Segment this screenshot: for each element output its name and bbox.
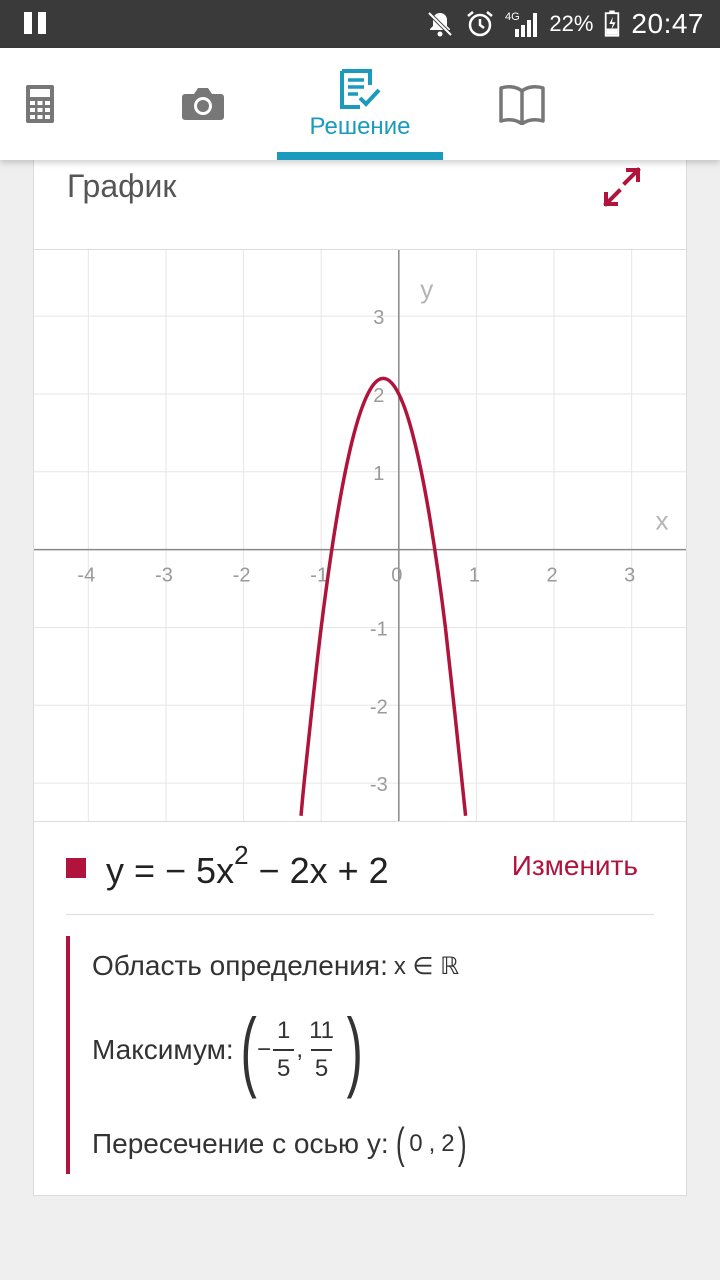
function-graph[interactable]: -4 -3 -2 -1 0 1 2 3 3 2 1 -1 -2 -3 x y	[34, 250, 686, 822]
domain-label: Область определения:	[92, 950, 388, 981]
right-paren: )	[346, 1000, 363, 1099]
tab-camera[interactable]	[160, 48, 246, 160]
tab-solution[interactable]: Решение	[277, 48, 443, 160]
max-y-fraction: 11 5	[305, 1017, 338, 1083]
max-x-denominator: 5	[273, 1049, 295, 1083]
mute-notification-icon	[427, 11, 453, 37]
pause-icon	[24, 12, 50, 36]
y-intercept-right-paren: )	[457, 1119, 467, 1168]
x-axis-label: x	[656, 506, 669, 536]
max-x-numerator: 1	[277, 1017, 291, 1044]
left-paren: (	[240, 1000, 257, 1099]
edit-button[interactable]: Изменить	[512, 850, 638, 882]
domain-value: x ∈ ℝ	[393, 952, 460, 980]
graph-plot[interactable]: -4 -3 -2 -1 0 1 2 3321-1-2-3xy	[34, 250, 686, 822]
max-x-sign: −	[257, 1036, 272, 1063]
y-tick-label: -1	[370, 618, 388, 640]
network-type-label: 4G	[505, 11, 520, 23]
legend-swatch	[66, 858, 86, 878]
equation-prefix: y = − 5x	[106, 850, 235, 891]
camera-icon	[182, 88, 224, 120]
calculator-icon	[26, 85, 54, 123]
y-tick-label: 1	[373, 463, 384, 485]
x-tick-label: 1	[469, 565, 480, 587]
equation-power: 2	[234, 840, 249, 870]
y-tick-label: -3	[370, 774, 388, 796]
expand-icon[interactable]	[598, 164, 646, 210]
y-intercept-label: Пересечение с осью y:	[92, 1128, 389, 1159]
book-icon	[499, 85, 545, 125]
clock: 20:47	[631, 8, 704, 39]
function-curve	[299, 376, 468, 816]
domain-row: Область определения: x ∈ ℝ	[92, 950, 459, 982]
card-title: График	[67, 168, 177, 204]
x-tick-label: -4	[77, 565, 95, 587]
active-tab-indicator	[277, 152, 443, 160]
max-x-fraction: 1 5	[273, 1017, 295, 1083]
y-tick-label: 2	[373, 385, 384, 407]
x-tick-label: -3	[155, 565, 173, 587]
max-y-denominator: 5	[310, 1049, 333, 1083]
maximum-row: Максимум: ( − 1 5 , 11 5 )	[92, 1000, 363, 1099]
tab-book[interactable]	[480, 48, 564, 160]
x-tick-label: 3	[624, 565, 635, 587]
legend-divider	[66, 914, 654, 915]
function-equation: y = − 5x2 − 2x + 2	[106, 840, 389, 892]
y-intercept-x: 0	[409, 1130, 423, 1157]
max-y-numerator: 11	[309, 1017, 334, 1044]
solution-icon	[340, 69, 381, 109]
legend-row: y = − 5x2 − 2x + 2 Изменить	[34, 822, 686, 916]
x-tick-label: -2	[233, 565, 251, 587]
y-intercept-y: 2	[441, 1130, 455, 1157]
battery-charging-icon	[605, 10, 620, 37]
signal-icon: 4G	[505, 11, 538, 37]
graph-card: График -4 -3 -2 -1 0 1 2 3 3 2 1 -1 -2 -3 x y y = − 5x2…	[33, 160, 687, 1196]
status-bar: 4G 22% 20:47	[0, 0, 720, 48]
y-axis-label: y	[420, 274, 433, 304]
y-tick-label: -2	[370, 696, 388, 718]
function-properties: Область определения: x ∈ ℝ Максимум: ( −…	[66, 936, 656, 1174]
alarm-icon	[467, 11, 494, 37]
maximum-label: Максимум:	[92, 1034, 234, 1065]
equation-suffix: − 2x + 2	[248, 850, 389, 891]
x-tick-label: 0	[391, 565, 402, 587]
y-intercept-row: Пересечение с осью y: ( 0 , 2 )	[92, 1119, 467, 1168]
top-tab-bar: Решение	[0, 48, 720, 160]
y-intercept-left-paren: (	[395, 1119, 405, 1168]
x-tick-label: 2	[546, 565, 557, 587]
tab-solution-label: Решение	[309, 113, 411, 140]
y-tick-label: 3	[373, 307, 384, 329]
tab-calculator[interactable]	[0, 48, 80, 160]
battery-percent: 22%	[549, 11, 594, 36]
